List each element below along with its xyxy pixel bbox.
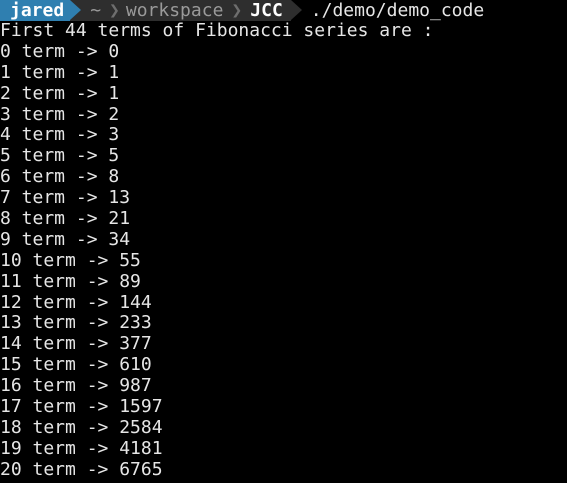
- prompt-current-dir: JCC: [248, 0, 302, 21]
- output-line: 8 term -> 21: [0, 208, 131, 230]
- prompt-command: ./demo/demo_code: [310, 0, 485, 21]
- output-line: 6 term -> 8: [0, 166, 120, 188]
- shell-prompt: jared ~ ❯ workspace ❯ JCC ./demo/demo_code: [0, 0, 567, 21]
- terminal-output: First 44 terms of Fibonacci series are :…: [0, 20, 567, 481]
- output-line: 4 term -> 3: [0, 124, 120, 146]
- output-line: 2 term -> 1: [0, 82, 120, 104]
- output-line: 18 term -> 2584: [0, 416, 163, 438]
- output-line: 13 term -> 233: [0, 312, 152, 334]
- output-line: 12 term -> 144: [0, 291, 152, 313]
- output-line: 7 term -> 13: [0, 187, 131, 209]
- output-line: 0 term -> 0: [0, 40, 120, 62]
- terminal-window[interactable]: jared ~ ❯ workspace ❯ JCC ./demo/demo_code …: [0, 0, 567, 483]
- output-line: 19 term -> 4181: [0, 437, 163, 459]
- output-line: 5 term -> 5: [0, 145, 120, 167]
- prompt-path-segment: ~ ❯ workspace ❯: [70, 0, 249, 21]
- output-line: 3 term -> 2: [0, 103, 120, 125]
- path-home: ~: [90, 0, 102, 21]
- output-line: 10 term -> 55: [0, 249, 141, 271]
- output-line: 20 term -> 6765: [0, 458, 163, 480]
- output-line: 14 term -> 377: [0, 333, 152, 355]
- path-separator-icon: ❯: [109, 0, 120, 21]
- output-line: 11 term -> 89: [0, 270, 141, 292]
- path-separator-icon: ❯: [231, 0, 243, 21]
- output-line: 16 term -> 987: [0, 375, 152, 397]
- output-line: 9 term -> 34: [0, 228, 131, 250]
- output-line: 1 term -> 1: [0, 61, 120, 83]
- output-line: 17 term -> 1597: [0, 396, 163, 418]
- path-workspace: workspace: [125, 0, 224, 21]
- prompt-user-segment: jared: [0, 0, 82, 21]
- output-header: First 44 terms of Fibonacci series are :: [0, 20, 434, 41]
- output-line: 15 term -> 610: [0, 354, 152, 376]
